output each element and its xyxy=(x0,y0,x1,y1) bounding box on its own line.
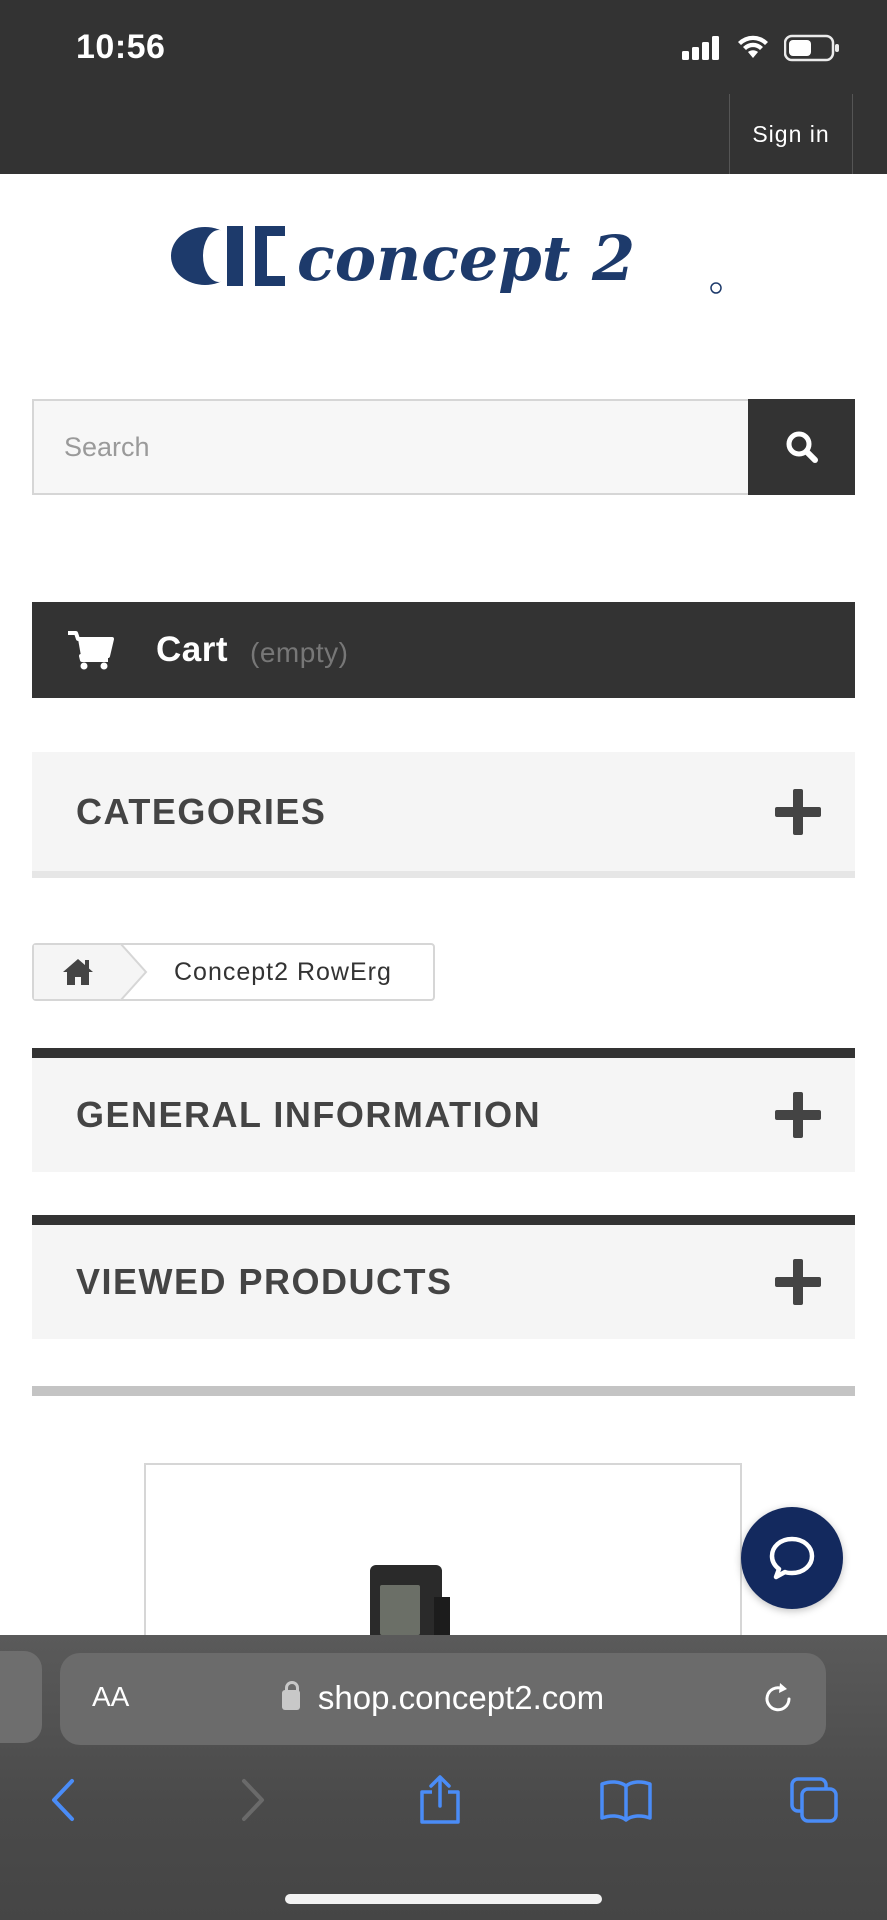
status-time: 10:56 xyxy=(76,28,166,66)
breadcrumb-home[interactable] xyxy=(34,945,122,999)
expand-plus-icon[interactable] xyxy=(775,788,821,835)
section-divider xyxy=(32,1386,855,1396)
general-information-accordion[interactable]: GENERAL INFORMATION xyxy=(32,1048,855,1172)
share-button[interactable] xyxy=(410,1770,470,1830)
shopping-cart-icon xyxy=(68,631,114,670)
logo-wordmark: concept 2 xyxy=(297,222,635,295)
categories-title: CATEGORIES xyxy=(76,790,327,832)
general-information-title: GENERAL INFORMATION xyxy=(76,1094,542,1135)
search-button[interactable] xyxy=(748,399,855,495)
previous-tab-preview[interactable] xyxy=(0,1651,42,1743)
bookmarks-button[interactable] xyxy=(596,1770,656,1830)
chevron-left-icon xyxy=(52,1779,74,1821)
browser-toolbar: AA shop.concept2.com xyxy=(0,1635,887,1920)
address-bar[interactable]: AA shop.concept2.com xyxy=(60,1653,826,1745)
cart-label: Cart xyxy=(156,630,229,669)
viewed-products-accordion[interactable]: VIEWED PRODUCTS xyxy=(32,1215,855,1339)
search-input[interactable] xyxy=(64,431,748,463)
chat-button[interactable] xyxy=(741,1507,843,1609)
chat-bubble-icon xyxy=(769,1536,815,1580)
book-icon xyxy=(600,1780,652,1822)
browser-nav-row xyxy=(0,1770,887,1840)
search-icon xyxy=(786,431,818,463)
concept2-logo[interactable]: concept 2 xyxy=(163,222,725,296)
breadcrumb: Concept2 RowErg xyxy=(32,943,435,1001)
cellular-signal-icon xyxy=(682,36,722,60)
tabs-icon xyxy=(790,1777,838,1823)
tabs-button[interactable] xyxy=(784,1770,844,1830)
share-icon xyxy=(420,1775,460,1824)
cart-status: (empty) xyxy=(250,637,349,668)
viewed-products-title: VIEWED PRODUCTS xyxy=(76,1261,453,1302)
chevron-right-icon xyxy=(242,1779,264,1821)
search-field-wrapper xyxy=(32,399,748,495)
expand-plus-icon[interactable] xyxy=(775,1092,821,1138)
breadcrumb-separator-icon xyxy=(120,943,148,1001)
home-icon xyxy=(63,959,93,985)
expand-plus-icon[interactable] xyxy=(775,1259,821,1305)
back-button[interactable] xyxy=(32,1770,92,1830)
cart-button[interactable]: Cart (empty) xyxy=(32,602,855,698)
battery-icon xyxy=(784,34,839,62)
sign-in-link[interactable]: Sign in xyxy=(729,94,853,174)
lock-icon xyxy=(281,1681,300,1710)
breadcrumb-current: Concept2 RowErg xyxy=(174,957,392,986)
home-indicator[interactable] xyxy=(285,1894,602,1904)
forward-button[interactable] xyxy=(224,1770,284,1830)
url-text: shop.concept2.com xyxy=(317,1679,605,1716)
categories-accordion[interactable]: CATEGORIES xyxy=(32,752,855,878)
top-header: 10:56 Sign in xyxy=(0,0,887,174)
wifi-icon xyxy=(738,35,768,58)
reload-icon[interactable] xyxy=(760,1681,796,1717)
